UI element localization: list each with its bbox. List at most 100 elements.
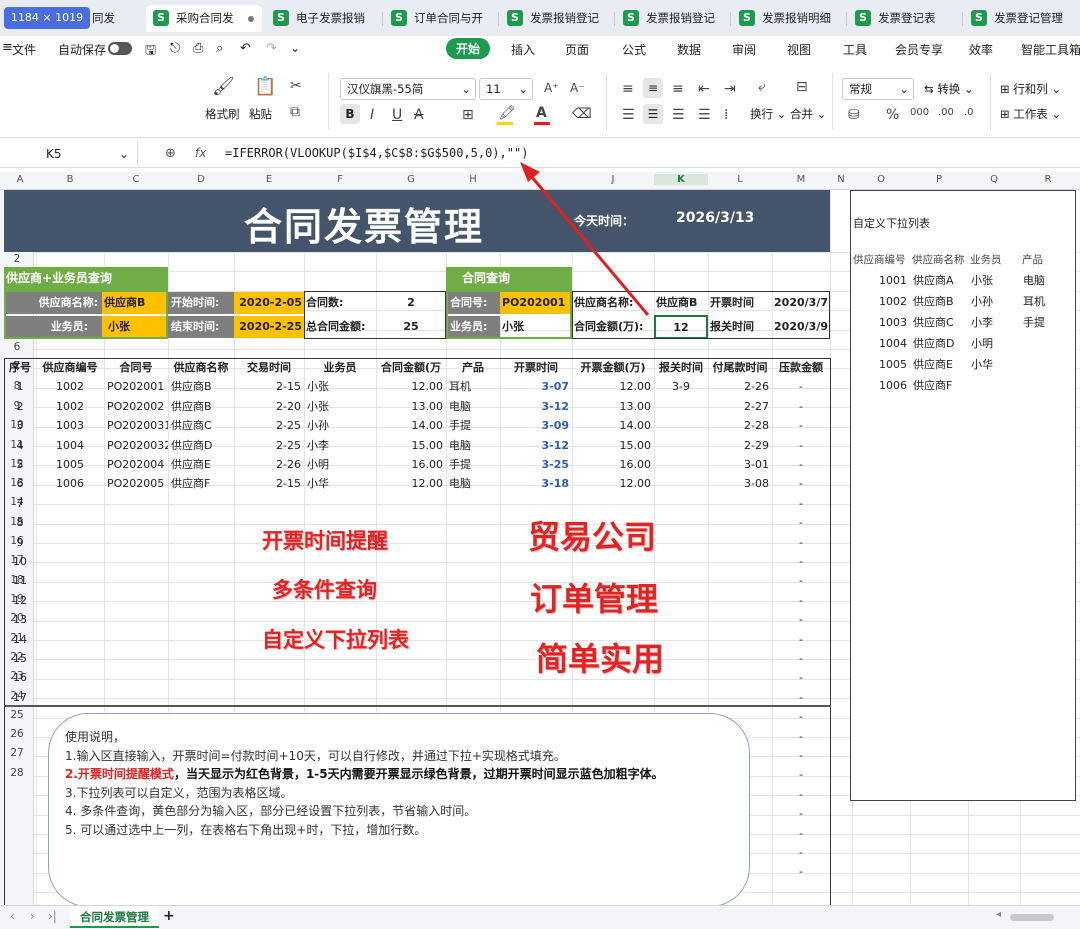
copy-icon[interactable]: ⧉ bbox=[290, 105, 300, 119]
percent-icon[interactable]: % bbox=[886, 108, 899, 122]
table-cell[interactable]: 2-26 bbox=[234, 455, 304, 474]
table-cell[interactable]: 电脑 bbox=[446, 397, 500, 416]
redo-icon[interactable]: ↷ bbox=[266, 41, 277, 56]
table-cell-dash[interactable]: - bbox=[772, 494, 830, 513]
contract-input[interactable]: PO202001 bbox=[500, 292, 572, 314]
table-cell-dash[interactable]: - bbox=[772, 707, 830, 726]
increase-decimal-icon[interactable]: .00 bbox=[938, 108, 954, 118]
menu-tab-start[interactable]: 开始 bbox=[446, 38, 491, 59]
last-sheet-icon[interactable]: ›| bbox=[48, 909, 57, 923]
table-cell[interactable]: 3 bbox=[4, 416, 36, 435]
row-header[interactable]: 28 bbox=[0, 763, 34, 783]
table-cell-dash[interactable]: - bbox=[772, 513, 830, 532]
table-cell[interactable]: 3-01 bbox=[708, 455, 772, 474]
table-cell[interactable]: 电脑 bbox=[446, 474, 500, 493]
clear-format-icon[interactable]: ⌫ bbox=[572, 107, 592, 121]
table-cell[interactable]: 1003 bbox=[36, 416, 104, 435]
table-cell-dash[interactable]: - bbox=[772, 571, 830, 590]
align-right-icon[interactable]: ☰ bbox=[672, 108, 685, 122]
name-box[interactable]: K5 ⌄ bbox=[0, 142, 138, 166]
table-cell-dash[interactable]: - bbox=[772, 591, 830, 610]
align-middle-icon[interactable]: ≡ bbox=[643, 78, 663, 98]
col-header[interactable]: P bbox=[910, 174, 968, 185]
table-cell[interactable]: PO202002 bbox=[104, 397, 168, 416]
table-cell[interactable]: 1006 bbox=[36, 474, 104, 493]
table-cell[interactable]: 15.00 bbox=[572, 436, 654, 455]
table-cell[interactable] bbox=[654, 436, 708, 455]
sales-input[interactable]: 小张 bbox=[102, 316, 168, 338]
decrease-decimal-icon[interactable]: .0 bbox=[964, 108, 974, 118]
h-scrollbar[interactable] bbox=[1010, 914, 1054, 921]
panel-cell[interactable] bbox=[1020, 375, 1076, 396]
table-cell[interactable]: 耳机 bbox=[446, 377, 500, 396]
table-cell[interactable]: 6 bbox=[4, 474, 36, 493]
strike-icon[interactable]: A bbox=[414, 108, 424, 122]
table-cell[interactable] bbox=[654, 455, 708, 474]
table-cell-seq[interactable]: 12 bbox=[4, 591, 36, 610]
menu-tab-review[interactable]: 审阅 bbox=[732, 41, 756, 58]
table-cell[interactable]: 1002 bbox=[36, 397, 104, 416]
supplier-input[interactable]: 供应商B bbox=[102, 292, 168, 314]
table-cell[interactable]: 小张 bbox=[304, 377, 376, 396]
table-cell-dash[interactable]: - bbox=[772, 765, 830, 784]
panel-cell[interactable]: 电脑 bbox=[1020, 270, 1076, 291]
menu-tab-data[interactable]: 数据 bbox=[677, 41, 701, 58]
col-header[interactable]: R bbox=[1020, 174, 1076, 185]
indent-left-icon[interactable]: ⇤ bbox=[698, 82, 710, 96]
col-header[interactable]: B bbox=[36, 174, 104, 185]
table-cell-seq[interactable]: 9 bbox=[4, 533, 36, 552]
menu-tab-smart[interactable]: 智能工具箱 bbox=[1021, 41, 1080, 58]
align-left-icon[interactable]: ☰ bbox=[622, 108, 635, 122]
sheet-tab-active[interactable]: 合同发票管理 bbox=[70, 906, 159, 928]
convert-button[interactable]: ⇆ 转换 ⌄ bbox=[924, 81, 974, 97]
table-cell[interactable]: 12.00 bbox=[376, 474, 446, 493]
table-cell[interactable]: 供应商F bbox=[168, 474, 234, 493]
panel-cell[interactable] bbox=[1020, 333, 1076, 354]
worksheet-button[interactable]: ⊞ 工作表 ⌄ bbox=[1000, 106, 1061, 122]
panel-cell[interactable]: 小孙 bbox=[968, 291, 1020, 312]
col-header[interactable]: H bbox=[446, 174, 500, 185]
distribute-icon[interactable]: ⁞ bbox=[724, 108, 728, 122]
share-icon[interactable]: ⎋ bbox=[170, 41, 180, 56]
table-cell[interactable]: 手提 bbox=[446, 455, 500, 474]
doc-tab[interactable]: S 发票报销登记 bbox=[500, 5, 612, 32]
align-bottom-icon[interactable]: ≡ bbox=[672, 82, 684, 96]
table-cell[interactable]: 13.00 bbox=[376, 397, 446, 416]
table-cell-dash[interactable]: - bbox=[772, 824, 830, 843]
panel-cell[interactable]: 1001 bbox=[851, 270, 910, 291]
table-cell[interactable]: - bbox=[772, 455, 830, 474]
table-cell-dash[interactable]: - bbox=[772, 746, 830, 765]
doc-tab-active[interactable]: S 采购合同发 bbox=[146, 5, 262, 32]
bold-button[interactable]: B bbox=[340, 104, 360, 124]
more-icon[interactable]: ⌄ bbox=[290, 41, 300, 55]
doc-tab[interactable]: S 订单合同与开 bbox=[384, 5, 496, 32]
table-cell[interactable]: 电脑 bbox=[446, 436, 500, 455]
table-cell[interactable]: 小李 bbox=[304, 436, 376, 455]
panel-cell[interactable]: 供应商D bbox=[910, 333, 968, 354]
doc-tab[interactable]: S 电子发票报销 bbox=[266, 5, 380, 32]
table-cell[interactable]: 小明 bbox=[304, 455, 376, 474]
col-header[interactable]: F bbox=[304, 174, 376, 185]
align-center-icon[interactable]: ☰ bbox=[643, 104, 663, 124]
table-cell[interactable] bbox=[654, 397, 708, 416]
table-cell[interactable]: 3-18 bbox=[500, 474, 572, 493]
panel-cell[interactable]: 1004 bbox=[851, 333, 910, 354]
panel-cell[interactable]: 1006 bbox=[851, 375, 910, 396]
table-cell[interactable]: 小张 bbox=[304, 397, 376, 416]
menu-tab-view[interactable]: 视图 bbox=[787, 41, 811, 58]
border-icon[interactable]: ⊞ bbox=[462, 108, 474, 122]
table-cell[interactable]: 供应商C bbox=[168, 416, 234, 435]
table-cell-dash[interactable]: - bbox=[772, 610, 830, 629]
fill-color-icon[interactable]: 🖍 bbox=[498, 106, 516, 120]
panel-cell[interactable]: 小李 bbox=[968, 312, 1020, 333]
panel-cell[interactable]: 供应商A bbox=[910, 270, 968, 291]
align-top-icon[interactable]: ≡ bbox=[622, 82, 634, 96]
panel-cell[interactable]: 手提 bbox=[1020, 312, 1076, 333]
format-painter-icon[interactable]: 🖌 bbox=[212, 78, 235, 96]
doc-tab[interactable]: S 发票报销明细 bbox=[732, 5, 844, 32]
panel-cell[interactable]: 供应商C bbox=[910, 312, 968, 333]
table-cell[interactable]: 供应商D bbox=[168, 436, 234, 455]
panel-cell[interactable]: 小华 bbox=[968, 354, 1020, 375]
table-cell[interactable]: - bbox=[772, 436, 830, 455]
table-cell[interactable]: 2-28 bbox=[708, 416, 772, 435]
